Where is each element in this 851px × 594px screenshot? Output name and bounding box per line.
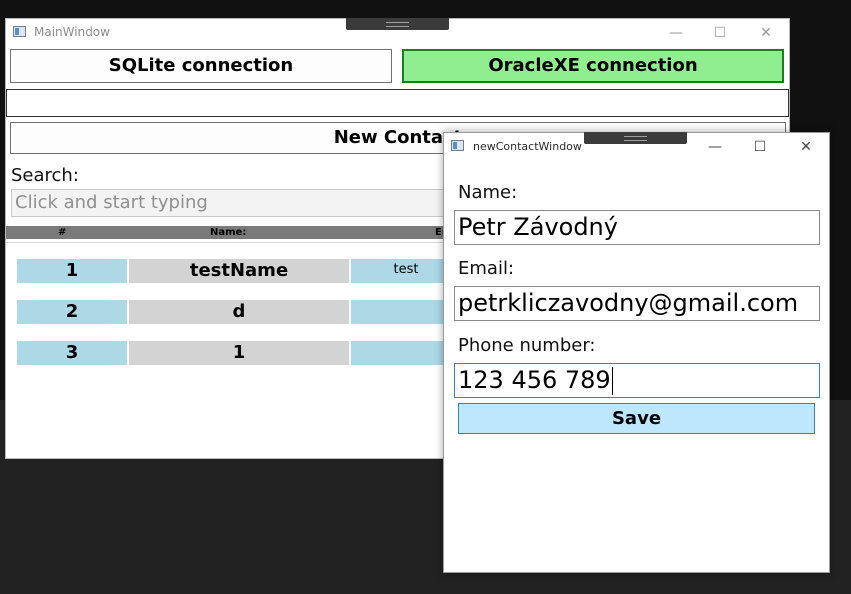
row-name-cell: testName	[129, 259, 349, 283]
row-id-cell: 1	[17, 259, 127, 283]
window-drag-grip[interactable]	[346, 18, 449, 30]
table-row[interactable]: 1 testName test	[17, 259, 461, 283]
row-name-cell: 1	[129, 341, 349, 365]
table-row[interactable]: 2 d	[17, 300, 461, 324]
close-button[interactable]: ✕	[783, 133, 829, 161]
window-drag-grip[interactable]	[584, 132, 687, 144]
row-name-cell: d	[129, 300, 349, 324]
email-label: Email:	[458, 258, 515, 279]
name-label: Name:	[458, 182, 518, 203]
search-input[interactable]: Click and start typing	[11, 189, 451, 217]
window-app-icon	[13, 26, 26, 37]
close-button[interactable]: ✕	[743, 19, 789, 47]
connection-status-bar	[6, 89, 789, 117]
row-id-cell: 2	[17, 300, 127, 324]
text-caret	[611, 367, 613, 395]
column-header-id[interactable]: #	[58, 226, 66, 239]
save-button[interactable]: Save	[458, 403, 815, 434]
maximize-button[interactable]: ☐	[697, 19, 743, 47]
new-contact-window-title: newContactWindow	[473, 140, 582, 153]
row-id-cell: 3	[17, 341, 127, 365]
table-row[interactable]: 3 1	[17, 341, 461, 365]
search-label: Search:	[11, 165, 79, 186]
name-field[interactable]: Petr Závodný	[454, 210, 820, 245]
phone-field[interactable]: 123 456 789	[454, 363, 820, 398]
phone-field-value: 123 456 789	[458, 366, 611, 394]
oraclexe-connection-button[interactable]: OracleXE connection	[402, 49, 784, 83]
maximize-button[interactable]: ☐	[737, 133, 783, 161]
main-window-title: MainWindow	[34, 25, 110, 39]
phone-label: Phone number:	[458, 335, 596, 356]
column-header-name[interactable]: Name:	[210, 226, 246, 239]
window-app-icon	[451, 140, 464, 151]
new-contact-window: newContactWindow — ☐ ✕ Name: Petr Závodn…	[443, 132, 830, 573]
sqlite-connection-button[interactable]: SQLite connection	[10, 49, 392, 83]
minimize-button[interactable]: —	[653, 19, 699, 47]
email-field[interactable]: petrkliczavodny@gmail.com	[454, 286, 820, 321]
minimize-button[interactable]: —	[692, 133, 738, 161]
